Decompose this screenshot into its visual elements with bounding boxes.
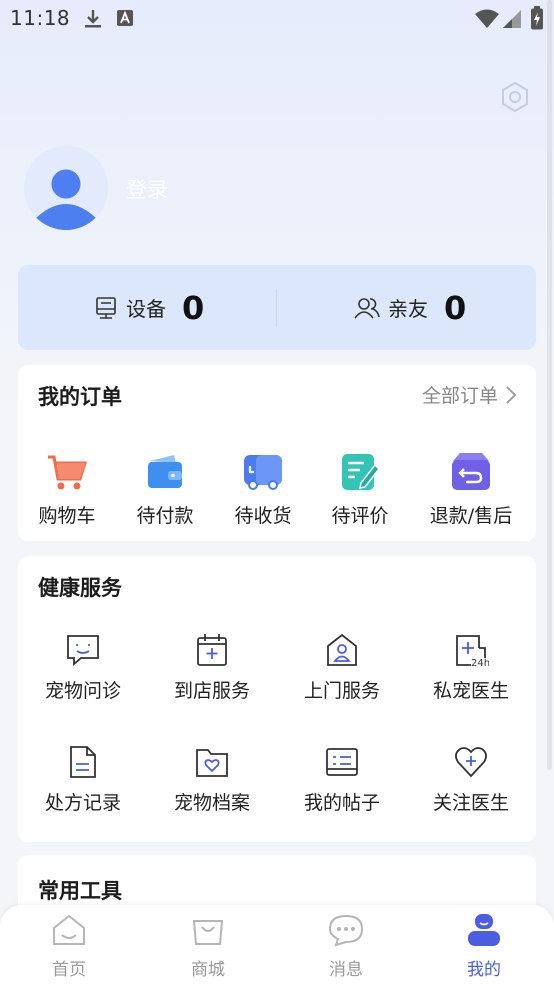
devices-label: 设备 — [126, 297, 166, 321]
download-icon — [85, 10, 101, 28]
post-icon — [326, 748, 358, 776]
user-avatar-icon — [24, 146, 108, 230]
refund-icon — [452, 453, 490, 490]
service-label: 上门服务 — [303, 680, 380, 702]
orders-title: 我的订单 — [38, 385, 122, 409]
service-followed-doctors[interactable]: 关注医生 — [416, 744, 526, 815]
friends-stat[interactable]: 亲友 0 — [354, 265, 466, 350]
service-prescriptions[interactable]: 处方记录 — [28, 744, 138, 815]
all-orders-link[interactable]: 全部订单 — [422, 381, 518, 408]
a-box-icon — [117, 10, 133, 26]
wallet-icon — [148, 455, 182, 488]
status-time: 11:18 — [10, 6, 71, 30]
folder-heart-icon — [196, 749, 228, 777]
cart-icon — [48, 455, 88, 490]
tab-messages[interactable]: 消息 — [306, 913, 386, 980]
order-label: 购物车 — [38, 505, 96, 527]
profile-icon — [468, 914, 500, 946]
gear-icon[interactable] — [498, 80, 532, 114]
tab-label: 首页 — [52, 960, 86, 980]
truck-icon — [244, 455, 282, 490]
order-label: 待评价 — [331, 505, 389, 527]
document-icon — [70, 746, 96, 778]
signal-icon — [503, 10, 521, 28]
order-item-pending-payment[interactable]: 待付款 — [110, 451, 220, 528]
devices-count: 0 — [182, 288, 205, 327]
stats-divider — [276, 289, 277, 327]
order-label: 退款/售后 — [429, 505, 513, 527]
friends-icon — [354, 297, 380, 318]
tab-label: 我的 — [467, 960, 501, 980]
orders-card: 我的订单 全部订单 购物车 待付款 待收货 待评价 退款/售后 — [18, 365, 536, 541]
house-person-icon — [327, 633, 357, 666]
tools-title: 常用工具 — [38, 879, 122, 903]
service-pet-records[interactable]: 宠物档案 — [157, 744, 267, 815]
service-label: 宠物档案 — [173, 792, 250, 814]
service-label: 关注医生 — [432, 792, 509, 814]
order-label: 待付款 — [136, 505, 194, 527]
service-my-posts[interactable]: 我的帖子 — [287, 744, 397, 815]
service-home-visit[interactable]: 上门服务 — [287, 632, 397, 703]
order-item-pending-review[interactable]: 待评价 — [305, 451, 415, 528]
devices-stat[interactable]: 设备 0 — [94, 265, 204, 350]
service-in-store[interactable]: 到店服务 — [157, 632, 267, 703]
device-icon — [96, 296, 116, 319]
order-item-pending-receipt[interactable]: 待收货 — [208, 451, 318, 528]
service-label: 宠物问诊 — [44, 680, 121, 702]
stats-card: 设备 0 亲友 0 — [18, 265, 536, 350]
service-label: 处方记录 — [44, 792, 121, 814]
message-icon — [328, 914, 364, 947]
friends-count: 0 — [444, 288, 467, 327]
tab-profile[interactable]: 我的 — [444, 913, 524, 980]
heart-plus-icon — [455, 747, 487, 778]
service-label: 我的帖子 — [303, 792, 380, 814]
home-icon — [53, 914, 85, 945]
health-services-card: 健康服务 宠物问诊 到店服务 上门服务 24h 私宠医生 处方记录 宠物档案 我… — [18, 556, 536, 842]
calendar-plus-icon — [197, 634, 227, 666]
doctor-24h-icon: 24h — [456, 635, 489, 668]
all-orders-label: 全部订单 — [421, 385, 498, 407]
status-bar: 11:18 — [0, 0, 554, 36]
battery-charging-icon — [531, 6, 543, 30]
service-label: 私宠医生 — [432, 680, 509, 702]
bottom-tab-bar: 首页 商城 消息 我的 — [0, 905, 554, 984]
service-private-doctor[interactable]: 24h 私宠医生 — [416, 632, 526, 703]
order-item-refund[interactable]: 退款/售后 — [416, 451, 526, 528]
service-pet-consult[interactable]: 宠物问诊 — [28, 632, 138, 703]
chevron-right-icon — [506, 385, 517, 404]
avatar[interactable] — [24, 146, 108, 230]
tab-mall[interactable]: 商城 — [168, 913, 248, 980]
service-label: 到店服务 — [173, 680, 250, 702]
tab-label: 消息 — [329, 960, 363, 980]
order-item-cart[interactable]: 购物车 — [12, 451, 122, 528]
login-link[interactable]: 登录 — [126, 174, 168, 204]
tab-label: 商城 — [191, 960, 225, 980]
shopping-bag-icon — [192, 920, 224, 945]
wifi-icon — [475, 9, 499, 28]
review-icon — [342, 454, 380, 490]
scrollbar[interactable] — [547, 0, 552, 770]
order-label: 待收货 — [234, 505, 292, 527]
tab-home[interactable]: 首页 — [29, 913, 109, 980]
friends-label: 亲友 — [388, 297, 428, 321]
chat-smile-icon — [67, 635, 99, 666]
svg-text:24h: 24h — [471, 658, 489, 668]
health-title: 健康服务 — [38, 576, 122, 600]
